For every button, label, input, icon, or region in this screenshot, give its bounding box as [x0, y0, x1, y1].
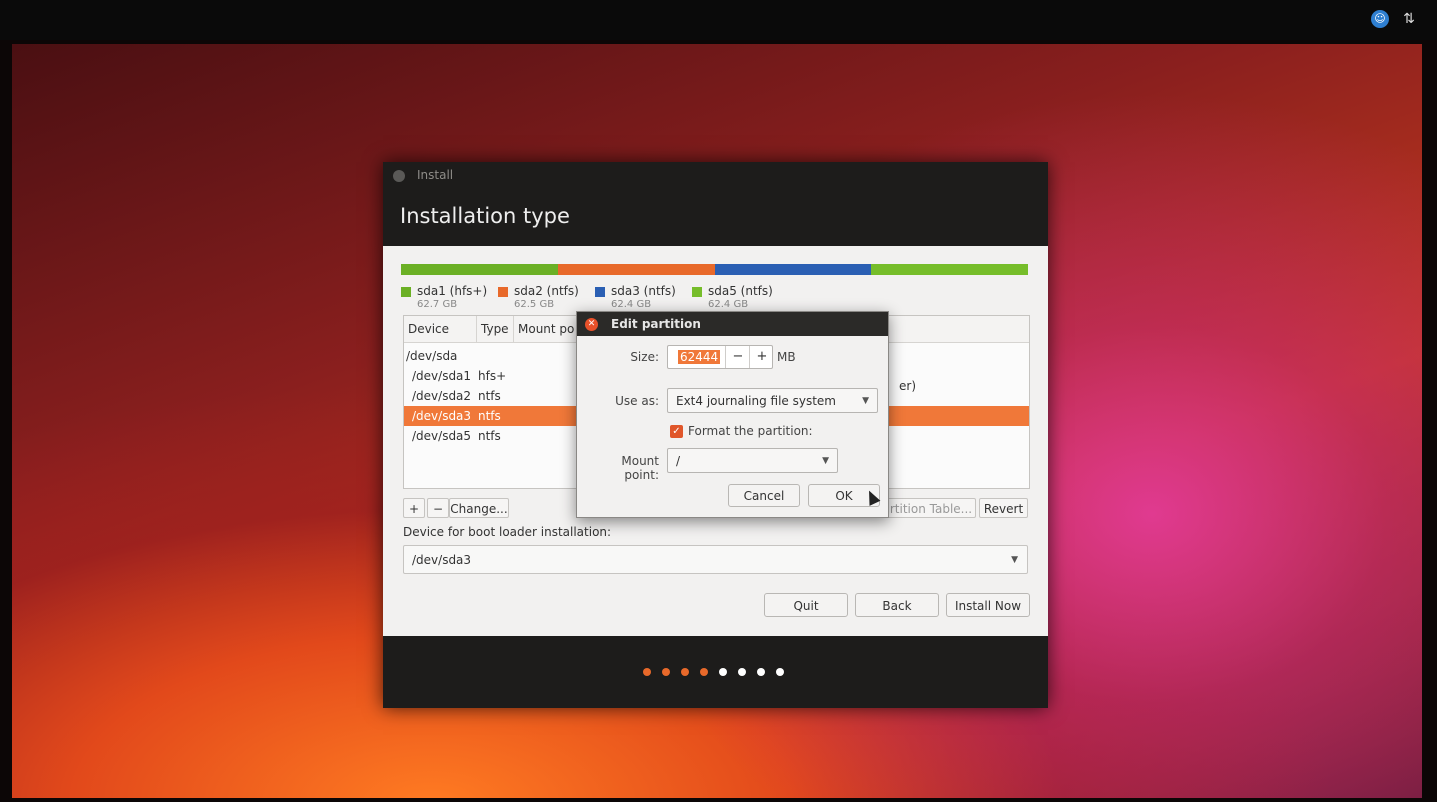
legend-swatch	[692, 287, 702, 297]
device-cell: /dev/sda3	[412, 409, 472, 423]
use-as-value: Ext4 journaling file system	[676, 394, 836, 408]
progress-dot	[776, 668, 784, 676]
legend-name: sda5 (ntfs)	[708, 284, 773, 298]
edit-partition-dialog: ✕ Edit partition Size: 62444 − + MB Use …	[576, 311, 889, 518]
format-checkbox[interactable]: ✓	[670, 425, 683, 438]
boot-loader-select[interactable]: /dev/sda3 ▼	[403, 545, 1028, 574]
legend-size: 62.5 GB	[514, 299, 555, 310]
type-cell: ntfs	[478, 409, 501, 423]
device-cell: /dev/sda2	[412, 389, 472, 403]
quit-button[interactable]: Quit	[764, 593, 848, 617]
progress-dot	[738, 668, 746, 676]
accessibility-icon[interactable]: ☺	[1371, 10, 1389, 28]
window-title: Install	[417, 168, 454, 182]
dialog-header: ✕ Edit partition	[577, 312, 888, 336]
column-header-mount-point[interactable]: Mount po	[514, 316, 579, 342]
legend-swatch	[595, 287, 605, 297]
legend-name: sda3 (ntfs)	[611, 284, 676, 298]
device-cell: /dev/sda	[406, 349, 458, 363]
partition-bar	[401, 264, 1028, 275]
boot-loader-value: /dev/sda3	[412, 553, 472, 567]
add-partition-button[interactable]: +	[403, 498, 425, 518]
use-as-select[interactable]: Ext4 journaling file system ▼	[667, 388, 878, 413]
partition-bar-segment	[871, 264, 1028, 275]
remove-partition-button[interactable]: −	[427, 498, 449, 518]
format-label: Format the partition:	[688, 424, 813, 438]
legend-name: sda2 (ntfs)	[514, 284, 579, 298]
size-decrement-button[interactable]: −	[725, 346, 750, 368]
window-header: Install Installation type	[383, 162, 1048, 246]
table-cell-partial: er)	[899, 379, 916, 393]
dropdown-arrow-icon: ▼	[822, 456, 829, 466]
mount-point-label: Mount point:	[621, 454, 659, 482]
progress-dot	[757, 668, 765, 676]
legend-swatch	[401, 287, 411, 297]
partition-bar-segment	[401, 264, 558, 275]
progress-dot	[681, 668, 689, 676]
install-now-button[interactable]: Install Now	[946, 593, 1030, 617]
partition-bar-segment	[557, 264, 715, 275]
progress-dot	[700, 668, 708, 676]
dropdown-arrow-icon: ▼	[1011, 555, 1018, 565]
dialog-title: Edit partition	[611, 317, 701, 331]
size-value: 62444	[678, 350, 721, 364]
progress-dot	[719, 668, 727, 676]
device-cell: /dev/sda5	[412, 429, 472, 443]
progress-dots	[643, 668, 784, 676]
size-unit: MB	[777, 350, 796, 364]
new-partition-table-button[interactable]: rtition Table...	[886, 498, 976, 518]
progress-dot	[662, 668, 670, 676]
partition-bar-segment	[714, 264, 872, 275]
back-button[interactable]: Back	[855, 593, 939, 617]
window-footer	[383, 636, 1048, 708]
legend-name: sda1 (hfs+)	[417, 284, 488, 298]
mount-point-value: /	[676, 454, 681, 468]
boot-loader-label: Device for boot loader installation:	[403, 525, 612, 539]
legend-size: 62.4 GB	[611, 299, 652, 310]
network-icon[interactable]: ⇅	[1400, 10, 1418, 28]
size-label: Size:	[630, 350, 659, 364]
type-cell: ntfs	[478, 389, 501, 403]
device-cell: /dev/sda1	[412, 369, 472, 383]
dialog-close-icon[interactable]: ✕	[585, 318, 598, 331]
type-cell: ntfs	[478, 429, 501, 443]
column-header-type[interactable]: Type	[477, 316, 514, 342]
type-cell: hfs+	[478, 369, 507, 383]
size-increment-button[interactable]: +	[749, 346, 774, 368]
legend-size: 62.4 GB	[708, 299, 749, 310]
revert-button[interactable]: Revert	[979, 498, 1028, 518]
mount-point-select[interactable]: / ▼	[667, 448, 838, 473]
window-close-icon[interactable]	[393, 170, 405, 182]
use-as-label: Use as:	[615, 394, 659, 408]
top-panel: ☺ ⇅	[0, 0, 1437, 40]
change-partition-button[interactable]: Change...	[449, 498, 509, 518]
size-input[interactable]: 62444 − +	[667, 345, 773, 369]
cancel-button[interactable]: Cancel	[728, 484, 800, 507]
dropdown-arrow-icon: ▼	[862, 396, 869, 406]
page-title: Installation type	[400, 204, 570, 228]
legend-size: 62.7 GB	[417, 299, 458, 310]
column-header-device[interactable]: Device	[404, 316, 477, 342]
legend-swatch	[498, 287, 508, 297]
progress-dot	[643, 668, 651, 676]
